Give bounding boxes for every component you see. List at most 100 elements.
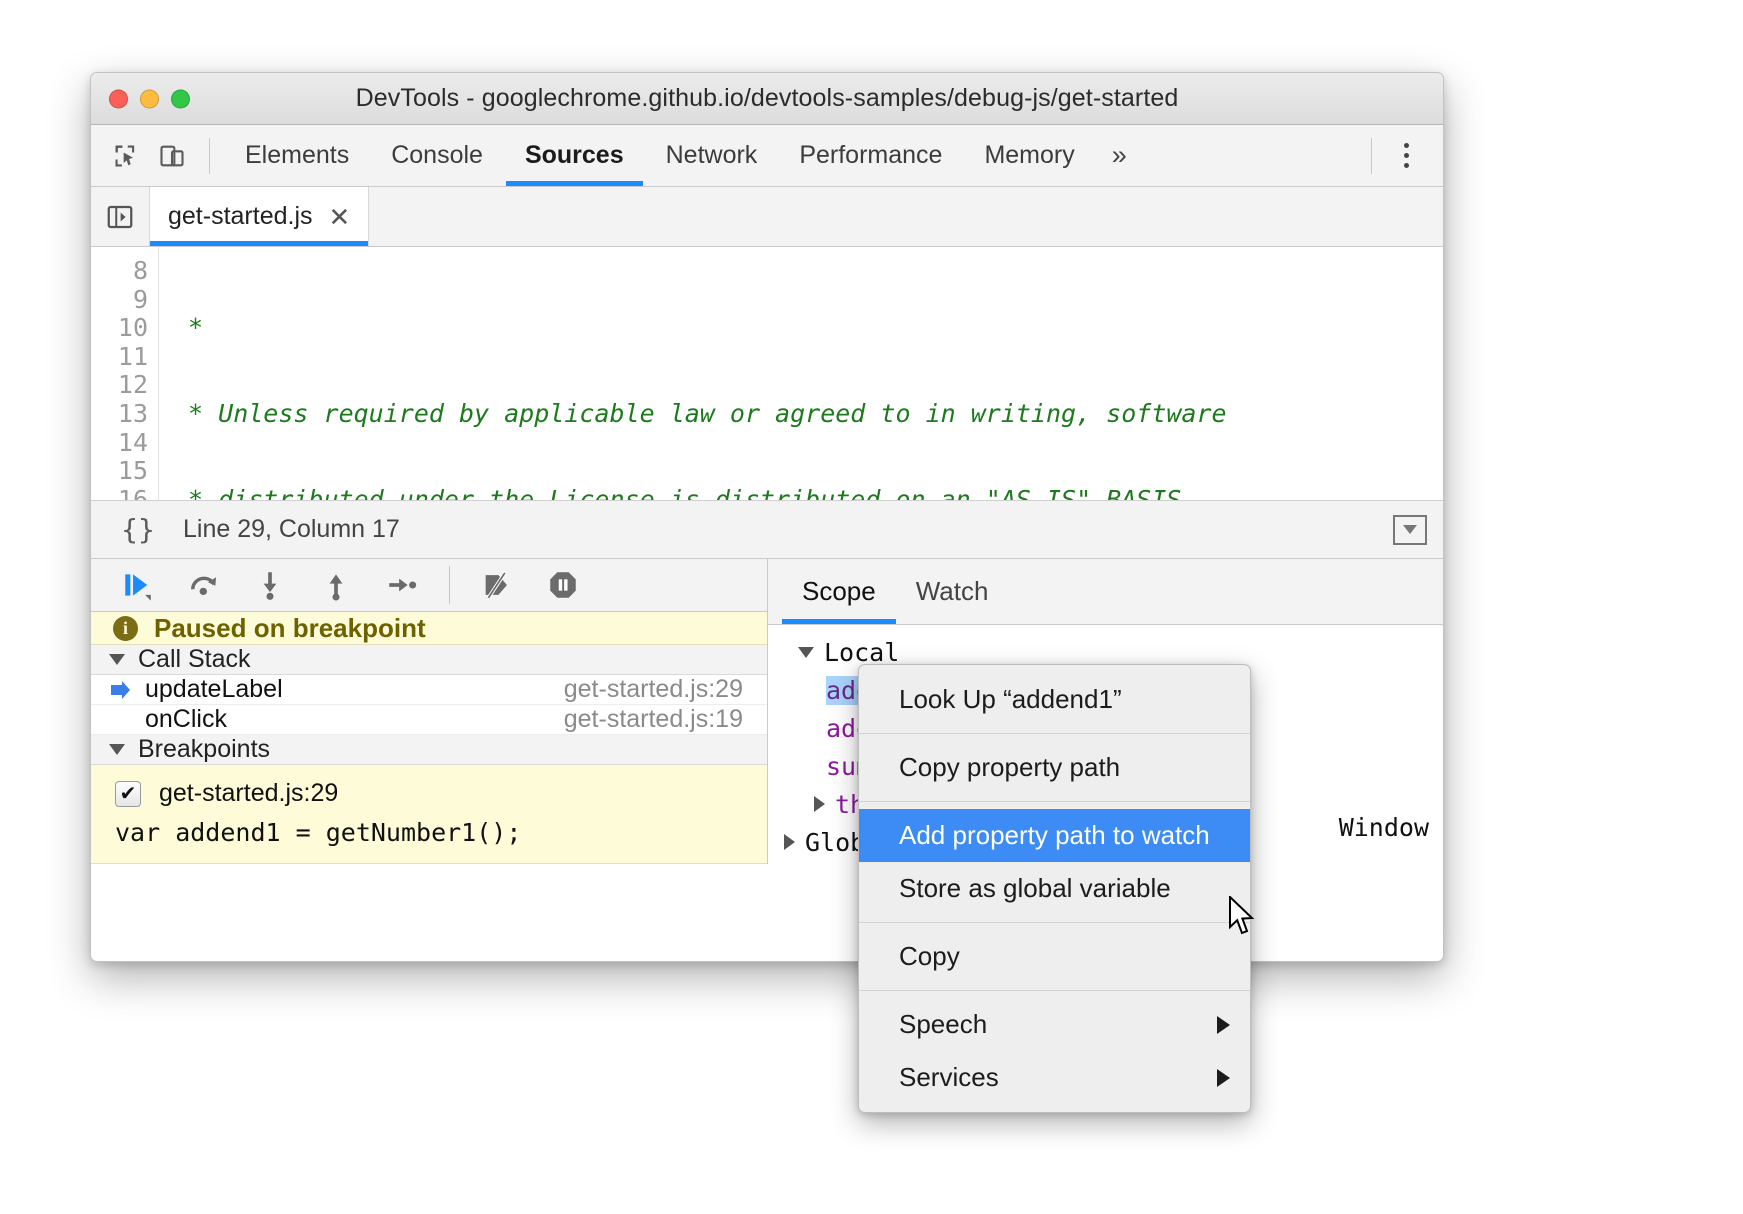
code-line: * [173, 314, 1443, 343]
toolbar-divider [209, 138, 210, 174]
line-number: 14 [91, 429, 148, 458]
line-number: 10 [91, 314, 148, 343]
menu-item-look-up[interactable]: Look Up “addend1” [859, 673, 1250, 726]
line-number: 9 [91, 286, 148, 315]
window-title: DevTools - googlechrome.github.io/devtoo… [91, 84, 1443, 113]
tab-console[interactable]: Console [370, 125, 504, 186]
inspect-element-icon[interactable] [103, 133, 149, 179]
step-out-icon[interactable] [305, 559, 367, 611]
call-stack-row-updatelabel[interactable]: updateLabel get-started.js:29 [91, 675, 767, 705]
window-controls[interactable] [109, 89, 190, 108]
menu-item-copy[interactable]: Copy [859, 930, 1250, 983]
step-into-icon[interactable] [239, 559, 301, 611]
line-number: 13 [91, 400, 148, 429]
breakpoint-item[interactable]: ✔ get-started.js:29 var addend1 = getNum… [91, 765, 767, 864]
menu-item-copy-property-path[interactable]: Copy property path [859, 741, 1250, 794]
tab-memory[interactable]: Memory [963, 125, 1095, 186]
customize-devtools-icon[interactable] [1386, 143, 1427, 168]
current-frame-arrow-icon [109, 679, 137, 701]
close-icon[interactable]: ✕ [329, 204, 351, 230]
debugger-toolbar [91, 559, 767, 612]
device-toolbar-icon[interactable] [149, 133, 195, 179]
chevron-down-icon [109, 744, 125, 755]
code-line: * distributed under the License is distr… [173, 486, 1443, 500]
breakpoints-header[interactable]: Breakpoints [91, 735, 767, 765]
line-number: 8 [91, 257, 148, 286]
line-number: 12 [91, 371, 148, 400]
file-tabbar: get-started.js ✕ [91, 187, 1443, 247]
scope-watch-tabs: Scope Watch [768, 559, 1443, 625]
menu-divider [859, 801, 1250, 802]
panel-tabs: Elements Console Sources Network Perform… [224, 125, 1096, 186]
scope-group-label: Local [824, 638, 899, 667]
tab-memory-label: Memory [984, 141, 1074, 170]
tab-sources[interactable]: Sources [504, 125, 645, 186]
pause-on-exceptions-icon[interactable] [532, 559, 594, 611]
code-token: * Unless required by applicable law or a… [173, 399, 1227, 428]
breakpoint-location: get-started.js:29 [159, 779, 338, 808]
menu-item-add-property-path-to-watch[interactable]: Add property path to watch [859, 809, 1250, 862]
breakpoints-title: Breakpoints [138, 735, 270, 764]
submenu-arrow-icon [1217, 1016, 1230, 1034]
menu-item-label: Add property path to watch [899, 820, 1210, 851]
editor-status-bar: {} Line 29, Column 17 [91, 501, 1443, 559]
line-number-gutter: 8 9 10 11 12 13 14 15 16 [91, 247, 159, 500]
tab-performance[interactable]: Performance [778, 125, 963, 186]
tab-scope[interactable]: Scope [782, 559, 896, 624]
breakpoint-checkbox[interactable]: ✔ [115, 781, 141, 807]
menu-item-services[interactable]: Services [859, 1051, 1250, 1104]
more-tabs-icon[interactable]: » [1096, 125, 1143, 186]
menu-item-label: Look Up “addend1” [899, 684, 1122, 715]
menu-divider [859, 990, 1250, 991]
chevron-right-icon[interactable] [784, 834, 795, 850]
show-more-icon[interactable] [1393, 515, 1427, 545]
chevron-right-icon[interactable] [814, 796, 825, 812]
menu-item-label: Speech [899, 1009, 987, 1040]
cursor-position-label: Line 29, Column 17 [183, 515, 400, 544]
menu-item-label: Services [899, 1062, 999, 1093]
code-lines: * * Unless required by applicable law or… [159, 247, 1443, 500]
zoom-button[interactable] [171, 89, 190, 108]
step-icon[interactable] [371, 559, 433, 611]
menu-item-store-as-global-variable[interactable]: Store as global variable [859, 862, 1250, 915]
tab-elements[interactable]: Elements [224, 125, 370, 186]
tab-watch-label: Watch [916, 576, 989, 607]
menu-divider [859, 922, 1250, 923]
devtools-tabbar: Elements Console Sources Network Perform… [91, 125, 1443, 187]
code-line: * Unless required by applicable law or a… [173, 400, 1443, 429]
line-number: 16 [91, 486, 148, 501]
menu-item-speech[interactable]: Speech [859, 998, 1250, 1051]
chevron-down-icon [109, 654, 125, 665]
resume-icon[interactable] [107, 559, 169, 611]
close-button[interactable] [109, 89, 128, 108]
tab-elements-label: Elements [245, 141, 349, 170]
line-number: 11 [91, 343, 148, 372]
file-tab-label: get-started.js [168, 202, 313, 231]
file-tab-get-started-js[interactable]: get-started.js ✕ [149, 187, 369, 246]
minimize-button[interactable] [140, 89, 159, 108]
call-stack-row-onclick[interactable]: onClick get-started.js:19 [91, 705, 767, 735]
screenshot-root: DevTools - googlechrome.github.io/devtoo… [0, 0, 1743, 1214]
call-stack-location: get-started.js:19 [564, 705, 743, 734]
call-stack-function-name: updateLabel [145, 675, 283, 704]
tab-watch[interactable]: Watch [896, 559, 1009, 624]
call-stack-header[interactable]: Call Stack [91, 645, 767, 675]
context-menu[interactable]: Look Up “addend1” Copy property path Add… [858, 664, 1251, 1113]
line-number: 15 [91, 457, 148, 486]
breakpoint-code-snippet: var addend1 = getNumber1(); [91, 808, 767, 847]
mouse-cursor [1228, 896, 1256, 943]
tabbar-right-group [1357, 138, 1443, 174]
call-stack-location: get-started.js:29 [564, 675, 743, 704]
menu-item-label: Copy [899, 941, 960, 972]
code-editor[interactable]: 8 9 10 11 12 13 14 15 16 * * Unless requ… [91, 247, 1443, 501]
show-navigator-icon[interactable] [91, 187, 149, 246]
menu-item-label: Copy property path [899, 752, 1120, 783]
menu-divider [859, 733, 1250, 734]
tab-performance-label: Performance [799, 141, 942, 170]
tab-network[interactable]: Network [645, 125, 779, 186]
chevron-down-icon [798, 647, 814, 658]
deactivate-breakpoints-icon[interactable] [466, 559, 528, 611]
step-over-icon[interactable] [173, 559, 235, 611]
pretty-print-icon[interactable]: {} [107, 513, 169, 546]
paused-banner-text: Paused on breakpoint [154, 613, 426, 644]
